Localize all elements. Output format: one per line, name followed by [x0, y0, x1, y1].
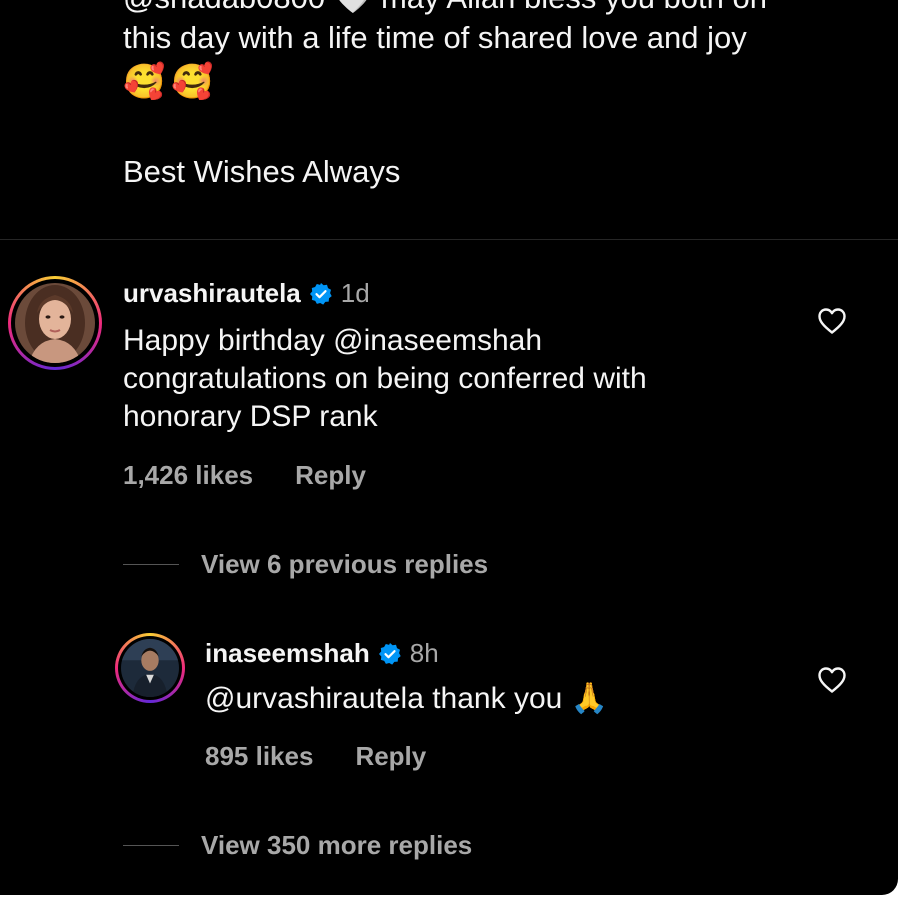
reply-button[interactable]: Reply — [295, 459, 366, 491]
avatar-portrait-icon — [121, 639, 179, 697]
comment-body: Happy birthday @inaseemshah congratulati… — [123, 322, 647, 436]
comments-panel: @shadab0800 🤍 may Allah bless you both o… — [0, 0, 898, 895]
user-avatar-photo — [121, 639, 179, 697]
comment-likes[interactable]: 1,426 likes — [123, 459, 253, 491]
previous-comment-line: this day with a life time of shared love… — [123, 20, 747, 55]
replies-rule — [123, 844, 179, 846]
reply-body: @urvashirautela thank you 🙏 — [205, 680, 608, 718]
avatar[interactable] — [115, 633, 185, 703]
avatar-portrait-icon — [15, 283, 95, 363]
reply-button[interactable]: Reply — [355, 740, 426, 772]
reply-meta: 895 likes Reply — [205, 740, 426, 772]
comment-header: urvashirautela 1d — [123, 277, 370, 309]
comment-meta: 1,426 likes Reply — [123, 459, 366, 491]
comment-username[interactable]: urvashirautela — [123, 277, 301, 309]
comment-line: congratulations on being conferred with — [123, 362, 647, 395]
avatar[interactable] — [8, 276, 102, 370]
view-more-replies-button[interactable]: View 350 more replies — [123, 829, 472, 861]
comment-divider — [0, 239, 898, 240]
previous-comment-line: @shadab0800 🤍 may Allah bless you both o… — [123, 0, 863, 18]
previous-comment-text: @shadab0800 🤍 may Allah bless you both o… — [123, 0, 863, 104]
emoji-row: 🥰 🥰 — [123, 60, 863, 104]
user-avatar-photo — [15, 283, 95, 363]
heart-outline-icon[interactable] — [817, 666, 847, 694]
view-previous-replies-label: View 6 previous replies — [201, 549, 489, 579]
comment-timestamp: 1d — [340, 278, 370, 308]
smiling-face-with-hearts-emoji: 🥰 — [123, 63, 166, 101]
reply-username[interactable]: inaseemshah — [205, 637, 370, 669]
reply-timestamp: 8h — [409, 638, 439, 668]
view-more-replies-label: View 350 more replies — [201, 830, 473, 860]
reply-header: inaseemshah 8h — [205, 637, 439, 669]
previous-comment-closing: Best Wishes Always — [123, 154, 401, 189]
replies-rule — [123, 563, 179, 565]
comment-line: Happy birthday @inaseemshah — [123, 324, 543, 357]
verified-badge-icon — [309, 281, 333, 305]
smiling-face-with-hearts-emoji: 🥰 — [171, 63, 214, 101]
verified-badge-icon — [378, 641, 402, 665]
comment-line: honorary DSP rank — [123, 400, 378, 433]
heart-outline-icon[interactable] — [817, 307, 847, 335]
view-previous-replies-button[interactable]: View 6 previous replies — [123, 548, 488, 580]
reply-line: @urvashirautela thank you 🙏 — [205, 682, 609, 715]
reply-likes[interactable]: 895 likes — [205, 740, 313, 772]
